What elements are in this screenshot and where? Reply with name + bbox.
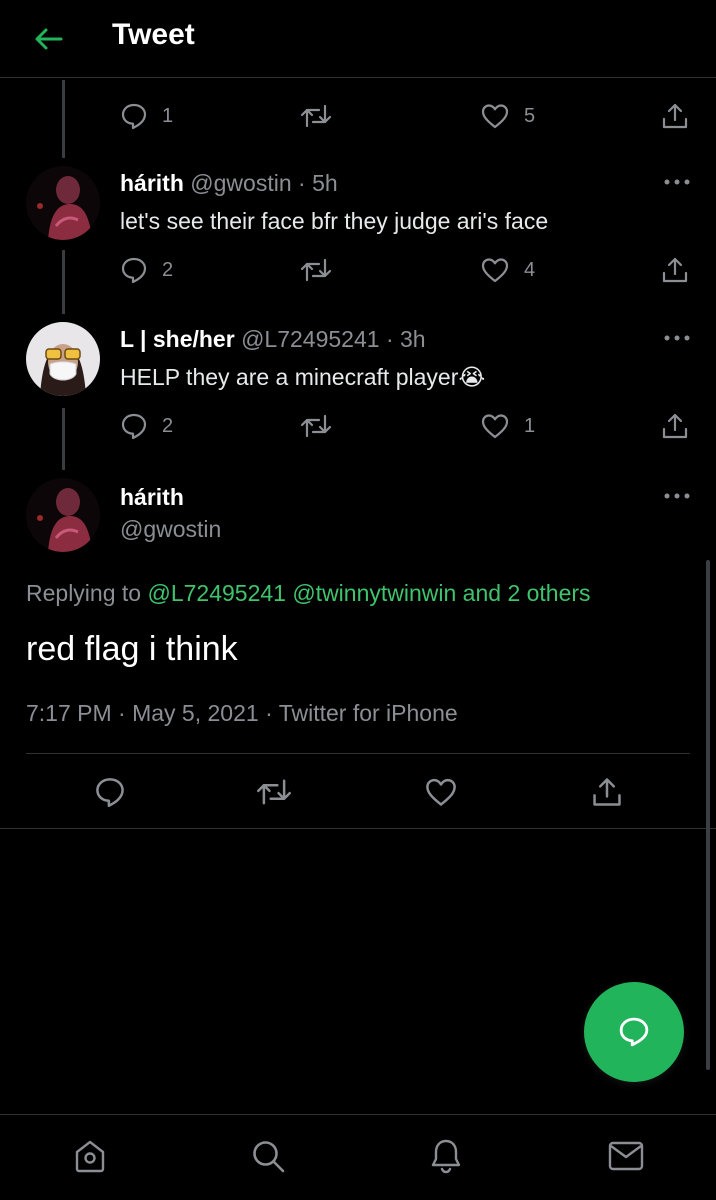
back-button[interactable] (30, 22, 66, 56)
page-title: Tweet (112, 18, 195, 51)
more-dots-icon (664, 493, 690, 499)
retweet-icon (300, 104, 332, 128)
reply-button[interactable]: 1 (120, 98, 173, 134)
main-tweet-actions (0, 774, 716, 810)
reply-button[interactable]: 2 (120, 408, 173, 444)
like-button[interactable]: 1 (480, 408, 535, 444)
share-button[interactable] (660, 252, 690, 288)
reply-count: 2 (162, 414, 174, 437)
envelope-icon (608, 1141, 644, 1171)
arrow-left-icon (35, 28, 63, 50)
search-icon (253, 1141, 285, 1173)
nav-home[interactable] (70, 1133, 110, 1179)
heart-icon (481, 414, 509, 439)
more-dots-icon (664, 179, 690, 185)
share-icon (662, 257, 688, 283)
like-button[interactable]: 5 (480, 98, 535, 134)
replying-prefix: Replying to (26, 580, 142, 606)
compose-reply-button[interactable] (584, 982, 684, 1082)
tweet-text: HELP they are a minecraft player😭 (120, 364, 486, 390)
retweet-button[interactable] (300, 408, 332, 444)
scrollbar[interactable] (706, 560, 710, 1070)
tweet-actions: 2 4 (0, 252, 716, 288)
nav-search[interactable] (248, 1133, 288, 1179)
divider (26, 753, 690, 754)
bell-icon (431, 1139, 461, 1174)
main-author-handle[interactable]: @gwostin (120, 516, 221, 543)
tweet-time: · 3h (385, 326, 426, 352)
like-button[interactable]: 4 (480, 252, 535, 288)
author-name: hárith (120, 484, 184, 510)
retweet-button[interactable] (256, 774, 292, 810)
speech-bubble-icon (121, 257, 147, 284)
author-handle: @L72495241 (241, 326, 380, 352)
retweet-icon (257, 779, 291, 805)
reply-count: 1 (162, 104, 174, 127)
tweet-actions: 2 1 (0, 408, 716, 444)
tweet-text: let's see their face bfr they judge ari'… (120, 208, 549, 234)
avatar[interactable] (26, 322, 100, 396)
speech-bubble-icon (96, 778, 124, 807)
main-author-name[interactable]: hárith (120, 484, 184, 511)
author-handle: @gwostin (190, 170, 292, 196)
retweet-button[interactable] (300, 252, 332, 288)
more-button[interactable] (662, 488, 692, 504)
share-button[interactable] (590, 774, 624, 810)
retweet-icon (300, 414, 332, 438)
speech-bubble-icon (121, 413, 147, 440)
author-name: hárith (120, 170, 184, 196)
tweet-timestamp: 7:17 PM · May 5, 2021 · Twitter for iPho… (26, 700, 458, 726)
like-count: 5 (524, 104, 536, 127)
share-button[interactable] (660, 408, 690, 444)
like-count: 1 (524, 414, 536, 437)
heart-icon (481, 104, 509, 129)
retweet-button[interactable] (300, 98, 332, 134)
avatar[interactable] (26, 478, 100, 552)
like-count: 4 (524, 258, 536, 281)
home-icon (75, 1140, 105, 1173)
top-bar: Tweet (0, 0, 716, 78)
tweet-author[interactable]: L | she/her @L72495241 · 3h (120, 326, 426, 353)
avatar[interactable] (26, 166, 100, 240)
nav-messages[interactable] (606, 1133, 646, 1179)
replying-to: Replying to @L72495241 @twinnytwinwin an… (26, 580, 591, 607)
speech-bubble-icon (121, 103, 147, 130)
share-button[interactable] (660, 98, 690, 134)
replying-mentions-link[interactable]: @L72495241 @twinnytwinwin and 2 others (147, 580, 590, 606)
more-button[interactable] (662, 330, 692, 346)
author-handle: @gwostin (120, 516, 222, 542)
compose-reply-icon (619, 1017, 649, 1047)
tweet-time: · 5h (298, 170, 338, 196)
heart-icon (426, 778, 456, 806)
tweet-actions: 1 5 (0, 98, 716, 134)
share-icon (662, 413, 688, 439)
nav-notifications[interactable] (426, 1133, 466, 1179)
share-icon (593, 778, 621, 806)
heart-icon (481, 258, 509, 283)
more-button[interactable] (662, 174, 692, 190)
share-icon (662, 103, 688, 129)
more-dots-icon (664, 335, 690, 341)
divider (0, 828, 716, 829)
author-name: L | she/her (120, 326, 235, 352)
bottom-nav (0, 1114, 716, 1200)
reply-button[interactable] (94, 774, 126, 810)
reply-count: 2 (162, 258, 174, 281)
like-button[interactable] (424, 774, 458, 810)
retweet-icon (300, 258, 332, 282)
reply-button[interactable]: 2 (120, 252, 173, 288)
tweet-author[interactable]: hárith @gwostin · 5h (120, 170, 338, 197)
main-tweet-text: red flag i think (26, 630, 238, 668)
